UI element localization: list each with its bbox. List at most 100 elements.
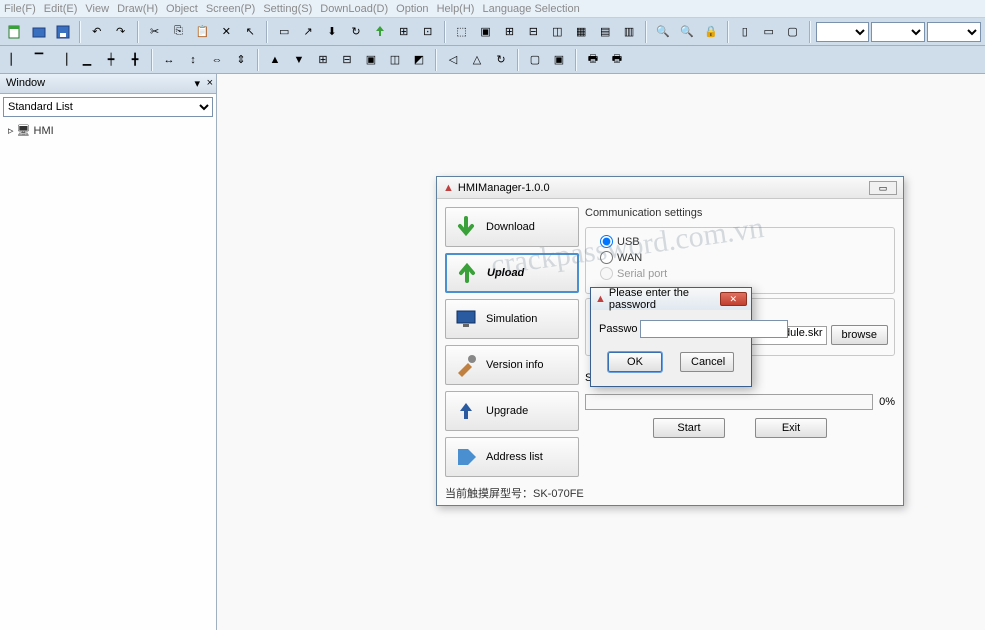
expand-icon[interactable]: ▹ (8, 124, 14, 137)
tool-b-icon[interactable]: ↗ (297, 21, 319, 43)
align-bottom-icon[interactable]: ▁ (76, 49, 98, 71)
menu-file[interactable]: File(F) (4, 3, 36, 15)
minimize-icon[interactable]: ▭ (869, 181, 897, 195)
exit-button[interactable]: Exit (755, 418, 827, 438)
lock-icon[interactable]: 🔒 (700, 21, 722, 43)
menu-object[interactable]: Object (166, 3, 198, 15)
menu-setting[interactable]: Setting(S) (263, 3, 312, 15)
same-w-icon[interactable]: ⇔ (206, 49, 228, 71)
close-icon[interactable]: ✕ (720, 292, 747, 306)
menu-screen[interactable]: Screen(P) (206, 3, 256, 15)
layout-a-icon[interactable]: ▯ (734, 21, 756, 43)
refresh-icon[interactable]: ↻ (345, 21, 367, 43)
radio-wan[interactable]: WAN (600, 251, 888, 264)
pin-icon[interactable]: ▾ (194, 77, 200, 90)
radio-usb[interactable]: USB (600, 235, 888, 248)
layout-b-icon[interactable]: ▭ (758, 21, 780, 43)
address-button[interactable]: Address list (445, 437, 579, 477)
tree-item-hmi[interactable]: ▹ 🖥 HMI (8, 124, 208, 137)
password-input[interactable] (640, 320, 788, 338)
tool-g-icon[interactable]: ▣ (475, 21, 497, 43)
align-top-icon[interactable]: ▔ (28, 49, 50, 71)
browse-button[interactable]: browse (831, 325, 888, 345)
tool-d-icon[interactable]: ⊞ (393, 21, 415, 43)
pointer-icon[interactable]: ↖ (239, 21, 261, 43)
tool-k-icon[interactable]: ▦ (570, 21, 592, 43)
flip-v-icon[interactable]: △ (466, 49, 488, 71)
password-dialog: ▲ Please enter the password ✕ Passwo OK … (590, 287, 752, 387)
zoom-out-icon[interactable]: 🔍 (652, 21, 674, 43)
upload-label: Upload (487, 267, 524, 279)
tool-a-icon[interactable]: ▭ (273, 21, 295, 43)
radio-usb-input[interactable] (600, 235, 613, 248)
save-icon[interactable] (52, 21, 74, 43)
tool-l-icon[interactable]: ▤ (594, 21, 616, 43)
layout-c-icon[interactable]: ▢ (782, 21, 804, 43)
paste-icon[interactable]: 📋 (191, 21, 213, 43)
tool-h-icon[interactable]: ⊞ (499, 21, 521, 43)
align-center-h-icon[interactable]: ┿ (100, 49, 122, 71)
open-icon[interactable] (28, 21, 50, 43)
combo-2[interactable] (871, 22, 925, 42)
radio-wan-input[interactable] (600, 251, 613, 264)
tag-icon (454, 445, 478, 469)
copy-icon[interactable]: ⎘ (168, 21, 190, 43)
front-icon[interactable]: ▲ (264, 49, 286, 71)
option-a-icon[interactable]: ▢ (524, 49, 546, 71)
misc-b-icon[interactable]: ◫ (384, 49, 406, 71)
upload-button[interactable]: Upload (445, 253, 579, 293)
rotate-icon[interactable]: ↻ (490, 49, 512, 71)
pwd-titlebar[interactable]: ▲ Please enter the password ✕ (591, 288, 751, 310)
option-b-icon[interactable]: ▣ (548, 49, 570, 71)
new-icon[interactable] (4, 21, 26, 43)
menu-download[interactable]: DownLoad(D) (320, 3, 388, 15)
radio-wan-label: WAN (617, 252, 642, 264)
version-button[interactable]: Version info (445, 345, 579, 385)
upgrade-button[interactable]: Upgrade (445, 391, 579, 431)
combo-1[interactable] (816, 22, 870, 42)
cancel-button[interactable]: Cancel (680, 352, 734, 372)
print-icon[interactable]: 🖶 (582, 49, 604, 71)
close-panel-icon[interactable]: × (207, 77, 213, 89)
delete-icon[interactable]: ✕ (215, 21, 237, 43)
misc-a-icon[interactable]: ▣ (360, 49, 382, 71)
tool-j-icon[interactable]: ◫ (546, 21, 568, 43)
undo-icon[interactable]: ↶ (86, 21, 108, 43)
align-center-v-icon[interactable]: ╋ (124, 49, 146, 71)
misc-c-icon[interactable]: ◩ (408, 49, 430, 71)
menu-edit[interactable]: Edit(E) (44, 3, 78, 15)
zoom-in-icon[interactable]: 🔍 (676, 21, 698, 43)
menu-option[interactable]: Option (396, 3, 428, 15)
menu-language[interactable]: Language Selection (482, 3, 579, 15)
dist-v-icon[interactable]: ↕ (182, 49, 204, 71)
monitor-icon (454, 307, 478, 331)
tool-e-icon[interactable]: ⊡ (417, 21, 439, 43)
menu-draw[interactable]: Draw(H) (117, 3, 158, 15)
align-right-icon[interactable]: ▕ (52, 49, 74, 71)
tool-m-icon[interactable]: ▥ (618, 21, 640, 43)
upload-icon[interactable] (369, 21, 391, 43)
dist-h-icon[interactable]: ↔ (158, 49, 180, 71)
print2-icon[interactable]: 🖶 (606, 49, 628, 71)
back-icon[interactable]: ▼ (288, 49, 310, 71)
group-icon[interactable]: ⊞ (312, 49, 334, 71)
cut-icon[interactable]: ✂ (144, 21, 166, 43)
tool-c-icon[interactable]: ⬇ (321, 21, 343, 43)
download-button[interactable]: Download (445, 207, 579, 247)
flip-h-icon[interactable]: ◁ (442, 49, 464, 71)
menu-view[interactable]: View (85, 3, 109, 15)
panel-select[interactable]: Standard List (3, 97, 213, 117)
menu-help[interactable]: Help(H) (437, 3, 475, 15)
start-button[interactable]: Start (653, 418, 725, 438)
same-h-icon[interactable]: ⇕ (230, 49, 252, 71)
redo-icon[interactable]: ↷ (110, 21, 132, 43)
align-left-icon[interactable]: ▏ (4, 49, 26, 71)
tool-i-icon[interactable]: ⊟ (522, 21, 544, 43)
ungroup-icon[interactable]: ⊟ (336, 49, 358, 71)
tool-f-icon[interactable]: ⬚ (451, 21, 473, 43)
ok-button[interactable]: OK (608, 352, 662, 372)
combo-3[interactable] (927, 22, 981, 42)
tree-item-label: HMI (34, 125, 54, 137)
simulation-button[interactable]: Simulation (445, 299, 579, 339)
dialog-titlebar[interactable]: ▲ HMIManager-1.0.0 ▭ (437, 177, 903, 199)
